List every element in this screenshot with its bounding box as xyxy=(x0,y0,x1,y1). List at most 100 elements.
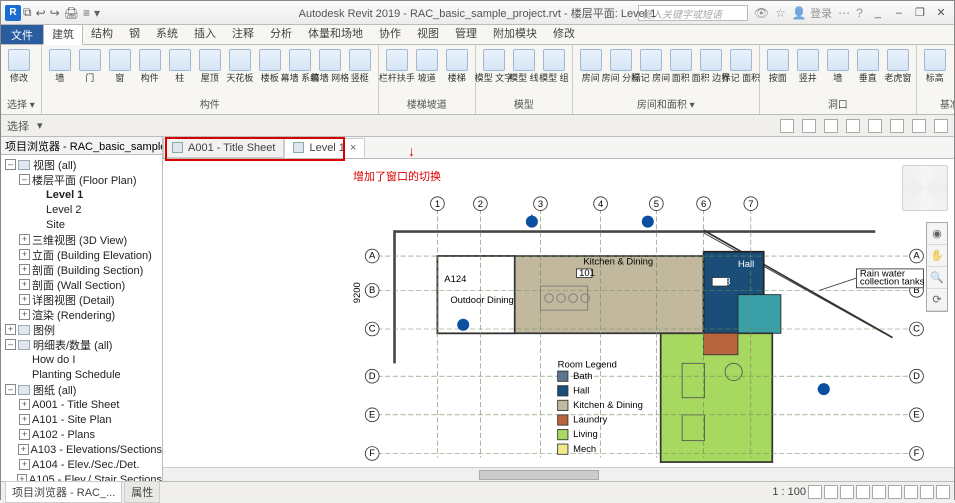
tree-node[interactable]: Level 1 xyxy=(1,187,162,202)
infocenter-icon[interactable]: 👁 xyxy=(754,6,769,20)
status-tab[interactable]: 属性 xyxy=(124,481,160,503)
ribbon-tab[interactable]: 视图 xyxy=(409,22,447,44)
ribbon-tab[interactable]: 结构 xyxy=(83,22,121,44)
ribbon-button[interactable]: 老虎窗 xyxy=(884,47,912,85)
nav-pan-icon[interactable]: ✋ xyxy=(927,245,947,267)
ribbon-button[interactable]: 模型 组 xyxy=(540,47,568,85)
nav-zoom-icon[interactable]: 🔍 xyxy=(927,267,947,289)
ribbon-button[interactable]: 屋顶 xyxy=(196,47,224,85)
ribbon-button[interactable]: 栏杆扶手 xyxy=(383,47,411,85)
window-close-icon[interactable]: ✕ xyxy=(932,6,950,19)
scrollbar-thumb[interactable] xyxy=(479,470,599,480)
ribbon-button[interactable]: 标高 xyxy=(921,47,949,85)
ribbon-button[interactable]: 竖井 xyxy=(794,47,822,85)
help-icon[interactable]: ? xyxy=(856,6,863,20)
ribbon-tab[interactable]: 修改 xyxy=(545,22,583,44)
qat-icon[interactable]: ≡ xyxy=(83,6,90,20)
document-tab[interactable]: A001 - Title Sheet xyxy=(163,138,284,158)
tree-twisty-icon[interactable]: + xyxy=(19,309,30,320)
status-tab[interactable]: 项目浏览器 - RAC_... xyxy=(5,481,122,503)
ribbon-button[interactable]: 柱 xyxy=(166,47,194,85)
ribbon-button[interactable]: 窗 xyxy=(106,47,134,85)
ribbon-tab[interactable]: 建筑 xyxy=(43,22,83,45)
ribbon-min-icon[interactable]: _ xyxy=(869,7,887,19)
tree-node[interactable]: +三维视图 (3D View) xyxy=(1,232,162,247)
ribbon-button[interactable]: 墙 xyxy=(46,47,74,85)
dropdown-icon[interactable]: ▾ xyxy=(37,119,43,132)
tree-node[interactable]: +A102 - Plans xyxy=(1,427,162,442)
opts-icon[interactable] xyxy=(934,119,948,133)
ribbon-button[interactable]: 坡道 xyxy=(413,47,441,85)
viewctrl-icon[interactable] xyxy=(920,485,934,499)
tree-node[interactable]: How do I xyxy=(1,352,162,367)
qat-icon[interactable]: ↪ xyxy=(50,6,60,20)
tree-twisty-icon[interactable]: – xyxy=(5,339,16,350)
viewctrl-icon[interactable] xyxy=(824,485,838,499)
opts-icon[interactable] xyxy=(846,119,860,133)
tree-node[interactable]: –视图 (all) xyxy=(1,157,162,172)
ribbon-tab[interactable]: 钢 xyxy=(121,22,148,44)
tree-node[interactable]: +剖面 (Wall Section) xyxy=(1,277,162,292)
floor-plan-drawing[interactable]: 1234567AABBCCDDEEFF9200Kitchen & DiningO… xyxy=(343,187,944,471)
qat-icon[interactable]: ⧉ xyxy=(23,5,32,20)
ribbon-tab[interactable]: 管理 xyxy=(447,22,485,44)
tree-node[interactable]: –图纸 (all) xyxy=(1,382,162,397)
tree-node[interactable]: +详图视图 (Detail) xyxy=(1,292,162,307)
tree-twisty-icon[interactable]: + xyxy=(19,294,30,305)
window-max-icon[interactable]: ❐ xyxy=(911,6,929,19)
tree-twisty-icon[interactable]: + xyxy=(5,324,16,335)
tree-node[interactable]: +渲染 (Rendering) xyxy=(1,307,162,322)
tree-twisty-icon[interactable]: + xyxy=(19,414,30,425)
tree-node[interactable]: +立面 (Building Elevation) xyxy=(1,247,162,262)
project-browser-header[interactable]: 项目浏览器 - RAC_basic_sample_project... × xyxy=(1,137,162,155)
tree-node[interactable]: +剖面 (Building Section) xyxy=(1,262,162,277)
opts-icon[interactable] xyxy=(868,119,882,133)
ribbon-tab[interactable]: 系统 xyxy=(148,22,186,44)
tree-node[interactable]: +A104 - Elev./Sec./Det. xyxy=(1,457,162,472)
tree-twisty-icon[interactable]: + xyxy=(19,459,30,470)
ribbon-button[interactable]: 标记 面积 xyxy=(727,47,755,85)
opts-icon[interactable] xyxy=(912,119,926,133)
tree-node[interactable]: +A001 - Title Sheet xyxy=(1,397,162,412)
nav-wheel-icon[interactable]: ◉ xyxy=(927,223,947,245)
exchange-icon[interactable]: ⋯ xyxy=(838,6,850,20)
viewcube[interactable] xyxy=(902,165,948,211)
ribbon-button[interactable]: 模型 文字 xyxy=(480,47,508,85)
tree-node[interactable]: +A103 - Elevations/Sections xyxy=(1,442,162,457)
scale-label[interactable]: 1 : 100 xyxy=(772,486,806,498)
ribbon-tab[interactable]: 插入 xyxy=(186,22,224,44)
ribbon-tab[interactable]: 附加模块 xyxy=(485,22,545,44)
ribbon-tab[interactable]: 体量和场地 xyxy=(300,22,371,44)
ribbon-button[interactable]: 幕墙 网格 xyxy=(316,47,344,85)
ribbon-tab[interactable]: 注释 xyxy=(224,22,262,44)
tree-twisty-icon[interactable]: + xyxy=(18,444,28,455)
tree-twisty-icon[interactable]: + xyxy=(19,264,30,275)
navigation-bar[interactable]: ◉ ✋ 🔍 ⟳ xyxy=(926,222,948,312)
tree-twisty-icon[interactable]: + xyxy=(19,249,30,260)
quick-access-toolbar[interactable]: ⧉ ↩ ↪ 🖨 ≡ ▾ xyxy=(23,5,100,20)
ribbon-button[interactable]: 模型 线 xyxy=(510,47,538,85)
tree-twisty-icon[interactable]: – xyxy=(5,384,16,395)
tree-node[interactable]: Site xyxy=(1,217,162,232)
tree-twisty-icon[interactable]: – xyxy=(19,174,30,185)
ribbon-button[interactable]: 修改 xyxy=(5,47,33,85)
tree-twisty-icon[interactable]: + xyxy=(19,429,30,440)
tree-twisty-icon[interactable]: + xyxy=(19,279,30,290)
horizontal-scrollbar[interactable] xyxy=(163,467,954,481)
tree-node[interactable]: +图例 xyxy=(1,322,162,337)
ribbon-button[interactable]: 按面 xyxy=(764,47,792,85)
ribbon-button[interactable]: 标记 房间 xyxy=(637,47,665,85)
signin-button[interactable]: 👤 登录 xyxy=(792,5,832,21)
qat-icon[interactable]: ↩ xyxy=(36,6,46,20)
ribbon-button[interactable]: 天花板 xyxy=(226,47,254,85)
tree-twisty-icon[interactable]: – xyxy=(5,159,16,170)
qat-icon[interactable]: 🖨 xyxy=(64,6,79,20)
opts-icon[interactable] xyxy=(824,119,838,133)
opts-icon[interactable] xyxy=(780,119,794,133)
viewctrl-icon[interactable] xyxy=(856,485,870,499)
ribbon-button[interactable]: 楼梯 xyxy=(443,47,471,85)
ribbon-button[interactable]: 垂直 xyxy=(854,47,882,85)
drawing-canvas[interactable]: A001 - Title SheetLevel 1× ↓ 增加了窗口的切换 12… xyxy=(163,137,954,481)
viewctrl-icon[interactable] xyxy=(840,485,854,499)
viewctrl-icon[interactable] xyxy=(888,485,902,499)
